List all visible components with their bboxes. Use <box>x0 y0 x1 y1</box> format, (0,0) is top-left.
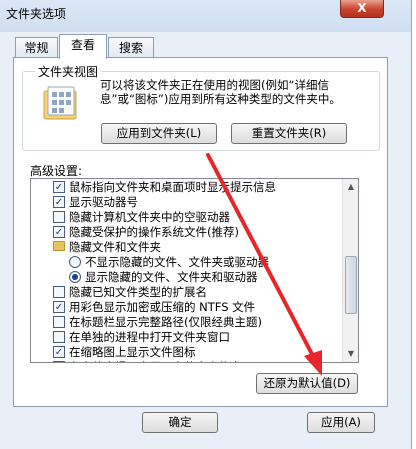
tab-general[interactable]: 常规 <box>15 37 58 58</box>
tree-item-label: 隐藏已知文件类型的扩展名 <box>69 285 207 299</box>
advanced-list-scrollbar[interactable]: ▲ ▼ <box>342 179 358 362</box>
folder-views-description: 可以将该文件夹正在使用的视图(例如“详细信息”或“图标”)应用到所有这种类型的文… <box>100 78 341 106</box>
tree-item-label: 隐藏文件和文件夹 <box>69 240 161 254</box>
reset-folders-button[interactable]: 重置文件夹(R) <box>231 123 347 144</box>
apply-button[interactable]: 应用(A) <box>307 412 375 433</box>
close-button[interactable]: X <box>340 0 384 18</box>
tab-view[interactable]: 查看 <box>59 34 107 59</box>
checkbox-checked[interactable]: ✓ <box>53 196 65 208</box>
tree-item-label: 在文件夹提示中显示文件大小信息 <box>69 360 242 362</box>
scroll-down-icon[interactable]: ▼ <box>343 346 359 362</box>
window-title: 文件夹选项 <box>6 7 67 21</box>
tree-item-label: 用彩色显示加密或压缩的 NTFS 文件 <box>69 300 256 314</box>
tree-checkbox-item[interactable]: ✓ 显示驱动器号 <box>31 195 358 209</box>
tree-checkbox-item[interactable]: 隐藏计算机文件夹中的空驱动器 <box>31 210 358 224</box>
ok-button[interactable]: 确定 <box>142 412 218 433</box>
tree-item-label: 在标题栏显示完整路径(仅限经典主题) <box>69 315 262 329</box>
scroll-thumb[interactable] <box>345 256 357 314</box>
checkbox-unchecked[interactable] <box>53 316 65 328</box>
folder-icon <box>53 241 65 251</box>
folder-view-icon <box>43 86 77 120</box>
tree-checkbox-item[interactable]: ✓ 在文件夹提示中显示文件大小信息 <box>31 360 358 362</box>
checkbox-unchecked[interactable] <box>53 286 65 298</box>
tree-checkbox-item[interactable]: 隐藏已知文件类型的扩展名 <box>31 285 358 299</box>
checkbox-unchecked[interactable] <box>53 331 65 343</box>
tree-checkbox-item[interactable]: ✓ 鼠标指向文件夹和桌面项时显示提示信息 <box>31 180 358 194</box>
tree-item-label: 在缩略图上显示文件图标 <box>69 345 196 359</box>
tree-checkbox-item[interactable]: 在标题栏显示完整路径(仅限经典主题) <box>31 315 358 329</box>
radio-selected[interactable] <box>69 271 81 283</box>
tree-checkbox-item[interactable]: ✓ 在缩略图上显示文件图标 <box>31 345 358 359</box>
tree-item-label: 显示驱动器号 <box>69 195 138 209</box>
tree-checkbox-item[interactable]: 在单独的进程中打开文件夹窗口 <box>31 330 358 344</box>
checkbox-checked[interactable]: ✓ <box>53 301 65 313</box>
folder-views-title: 文件夹视图 <box>35 63 102 80</box>
tree-item-label: 不显示隐藏的文件、文件夹或驱动器 <box>85 255 269 269</box>
restore-defaults-button[interactable]: 还原为默认值(D) <box>256 373 358 394</box>
scroll-up-icon[interactable]: ▲ <box>343 179 359 195</box>
tab-search[interactable]: 搜索 <box>108 37 154 58</box>
radio-unselected[interactable] <box>69 256 81 268</box>
title-bar[interactable]: 文件夹选项 X <box>0 0 411 32</box>
tree-radio-item[interactable]: 不显示隐藏的文件、文件夹或驱动器 <box>31 255 358 269</box>
tree-checkbox-item[interactable]: ✓ 用彩色显示加密或压缩的 NTFS 文件 <box>31 300 358 314</box>
tree-item-label: 显示隐藏的文件、文件夹和驱动器 <box>85 270 258 284</box>
tree-folder-item[interactable]: 隐藏文件和文件夹 <box>31 240 358 254</box>
tree-item-label: 鼠标指向文件夹和桌面项时显示提示信息 <box>69 180 276 194</box>
apply-to-folders-button[interactable]: 应用到文件夹(L) <box>101 123 217 144</box>
folder-options-dialog: 文件夹选项 X 常规 查看 搜索 文件夹视图 可以将该文件夹正在使用的视图(例如… <box>0 0 412 449</box>
checkbox-checked[interactable]: ✓ <box>53 346 65 358</box>
tree-item-label: 隐藏受保护的操作系统文件(推荐) <box>69 225 239 239</box>
checkbox-checked[interactable]: ✓ <box>53 226 65 238</box>
advanced-settings-label: 高级设置: <box>30 164 83 178</box>
tree-checkbox-item[interactable]: ✓ 隐藏受保护的操作系统文件(推荐) <box>31 225 358 239</box>
checkbox-unchecked[interactable] <box>53 211 65 223</box>
checkbox-checked[interactable]: ✓ <box>53 361 65 362</box>
advanced-settings-list[interactable]: ✓ 鼠标指向文件夹和桌面项时显示提示信息 ✓ 显示驱动器号 隐藏计算机文件夹中的空驱动器… <box>30 178 359 363</box>
tree-item-label: 隐藏计算机文件夹中的空驱动器 <box>69 210 230 224</box>
tree-item-label: 在单独的进程中打开文件夹窗口 <box>69 330 230 344</box>
checkbox-checked[interactable]: ✓ <box>53 181 65 193</box>
tree-radio-item[interactable]: 显示隐藏的文件、文件夹和驱动器 <box>31 270 358 284</box>
